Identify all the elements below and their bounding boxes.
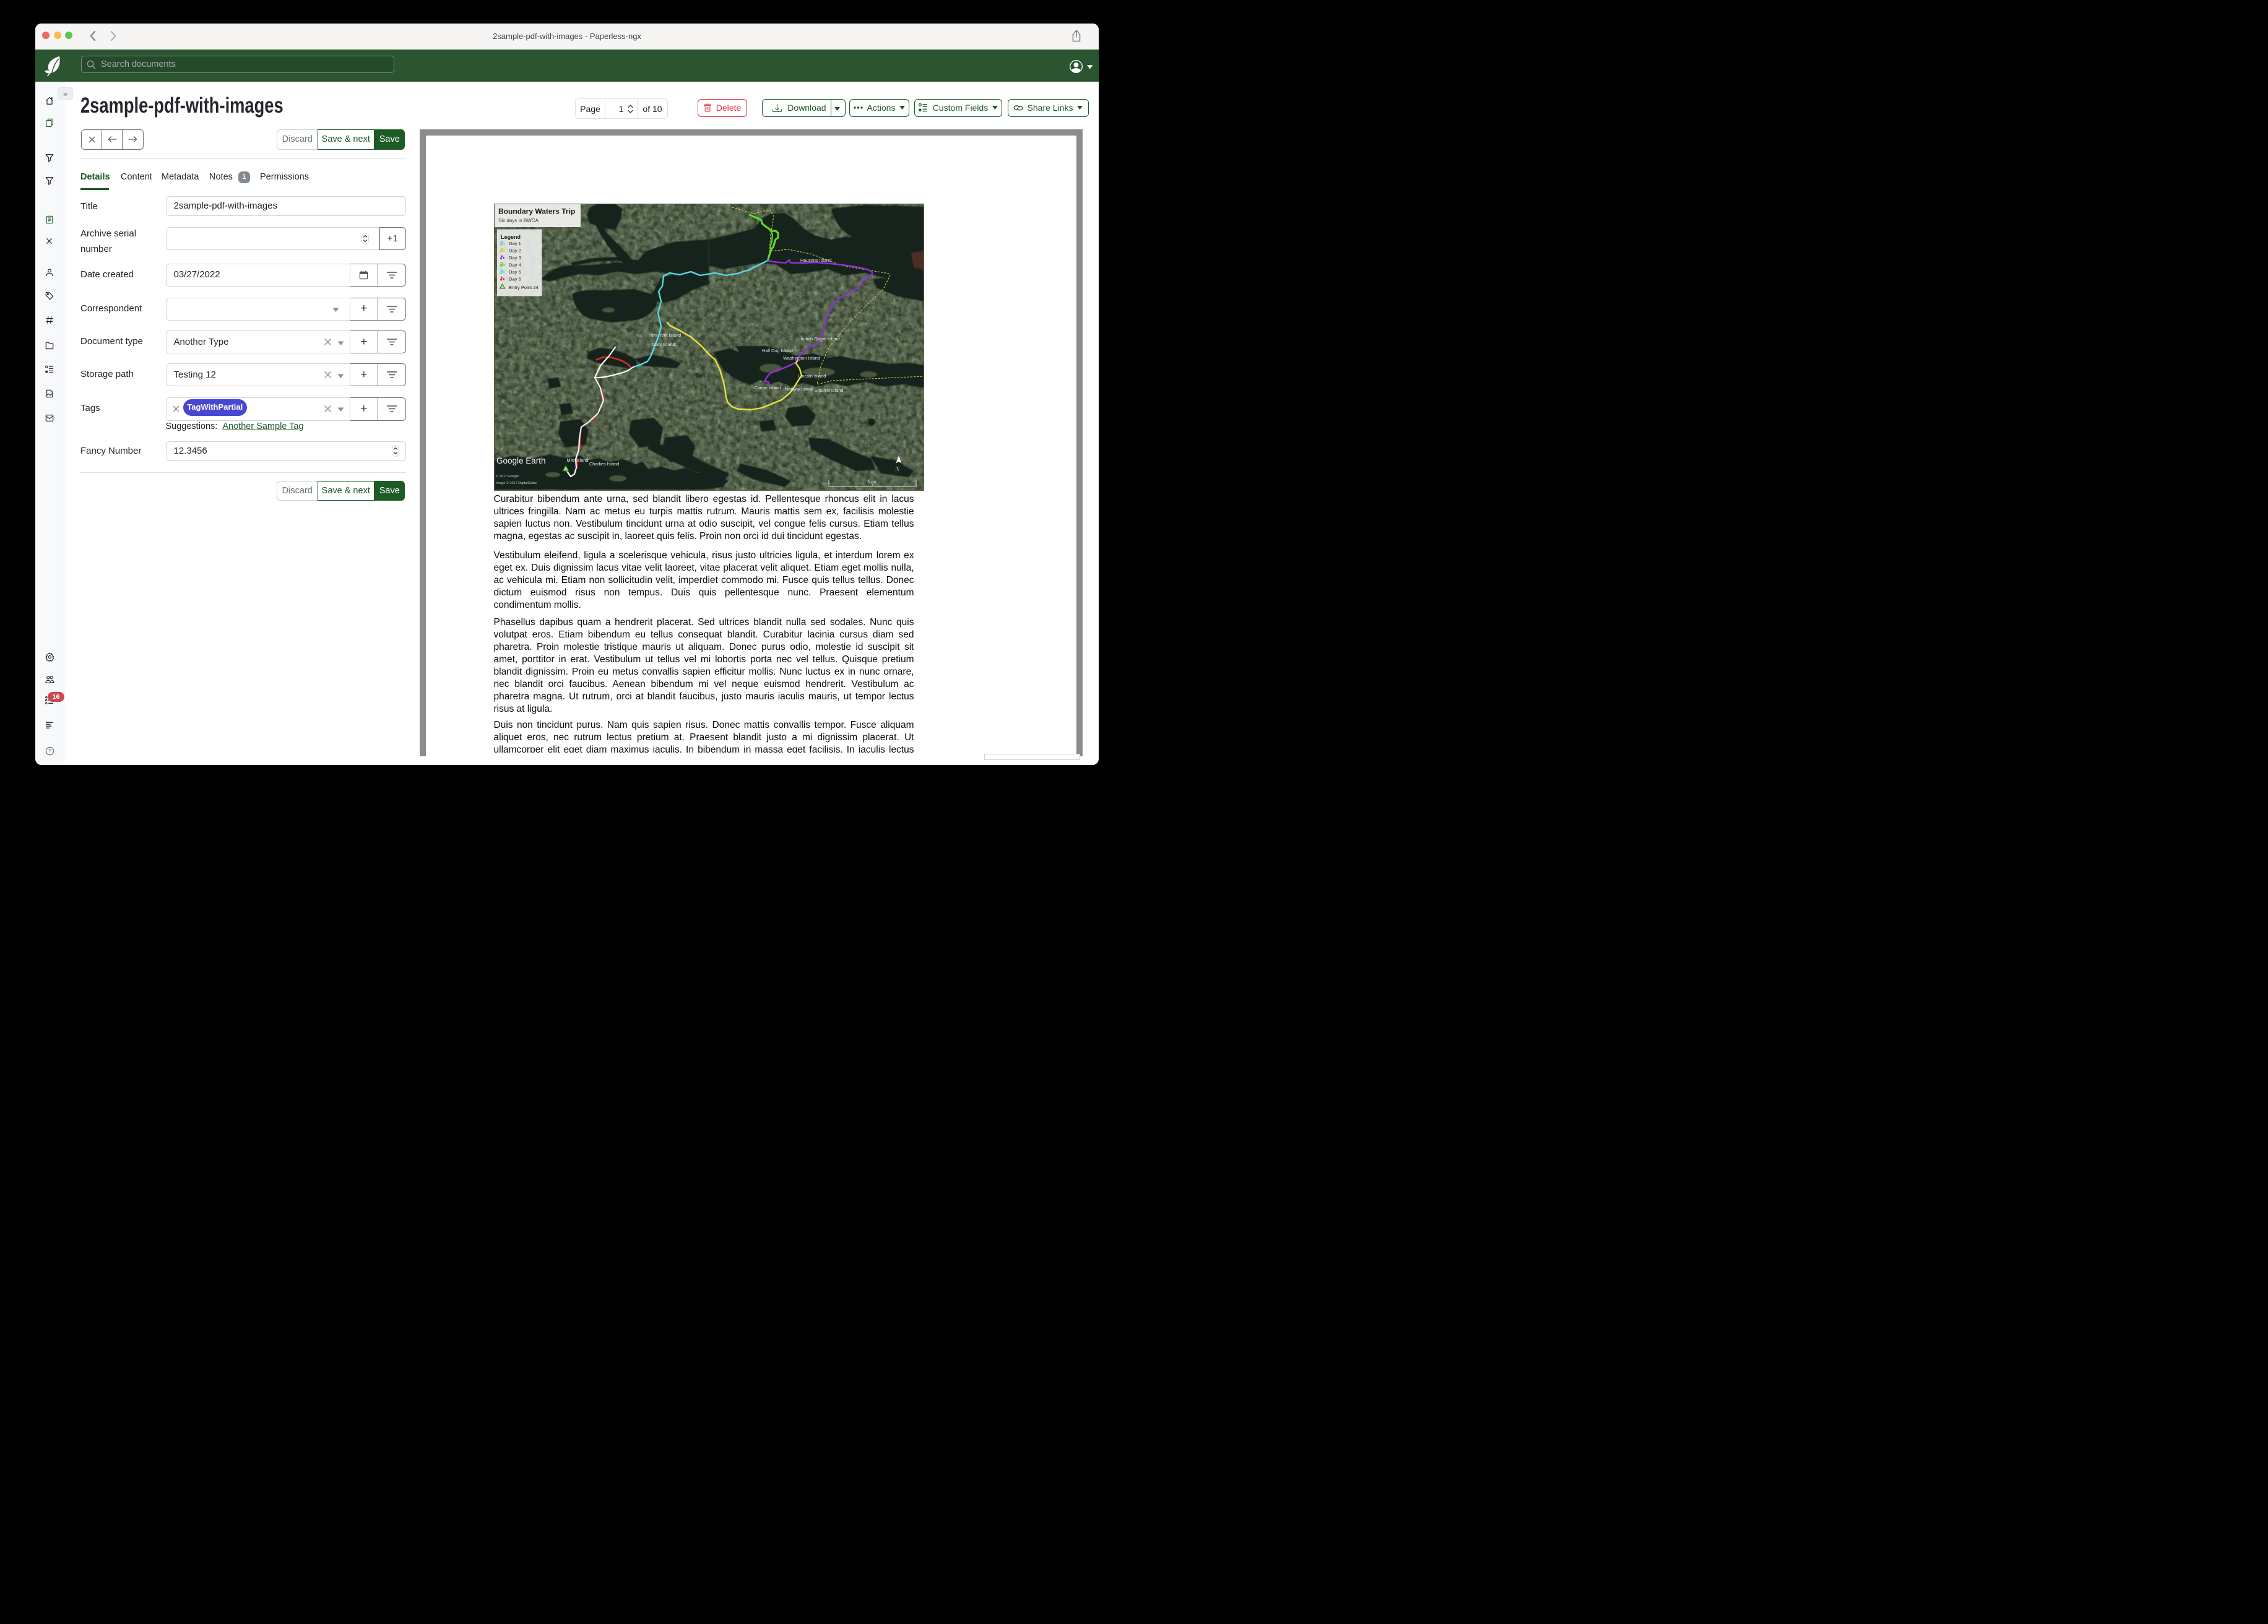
svg-text:© 2017 Google: © 2017 Google (496, 474, 519, 478)
svg-text:Entry Point 24: Entry Point 24 (509, 285, 539, 290)
svg-text:Squirrel Island: Squirrel Island (814, 387, 843, 393)
svg-text:Day 5: Day 5 (509, 269, 521, 275)
svg-text:?: ? (48, 748, 51, 754)
svg-text:N: N (894, 465, 900, 473)
svg-text:Norway Island: Norway Island (784, 386, 813, 392)
svg-text:Google Earth: Google Earth (496, 456, 546, 465)
svg-text:Washington Island: Washington Island (783, 355, 820, 361)
svg-text:Day 1: Day 1 (509, 241, 521, 246)
svg-text:Hausons Island: Hausons Island (800, 257, 831, 263)
svg-text:Day 3: Day 3 (509, 255, 521, 261)
svg-text:Legend: Legend (501, 234, 521, 240)
svg-text:Day 6: Day 6 (509, 277, 521, 282)
svg-text:Day 2: Day 2 (509, 248, 521, 254)
svg-text:Indian Grave Island: Indian Grave Island (800, 336, 839, 342)
svg-text:Half Dog Island: Half Dog Island (762, 348, 793, 353)
svg-text:New York Island: New York Island (648, 332, 680, 338)
svg-text:Charlies Island: Charlies Island (589, 461, 618, 467)
svg-text:Six days in BWCA: Six days in BWCA (498, 218, 539, 223)
svg-text:Image © 2017 DigitalGlobe: Image © 2017 DigitalGlobe (496, 481, 537, 485)
svg-text:Canoe Island: Canoe Island (754, 385, 781, 391)
svg-text:Day 4: Day 4 (509, 262, 521, 268)
svg-text:3 mi: 3 mi (867, 479, 876, 485)
svg-text:Lincoln Island: Lincoln Island (798, 373, 826, 379)
svg-text:Gary Island: Gary Island (652, 342, 675, 347)
svg-text:Text: Text (695, 373, 706, 379)
svg-text:Boundary Waters Trip: Boundary Waters Trip (498, 207, 575, 216)
svg-text:Mile Island: Mile Island (566, 457, 588, 463)
